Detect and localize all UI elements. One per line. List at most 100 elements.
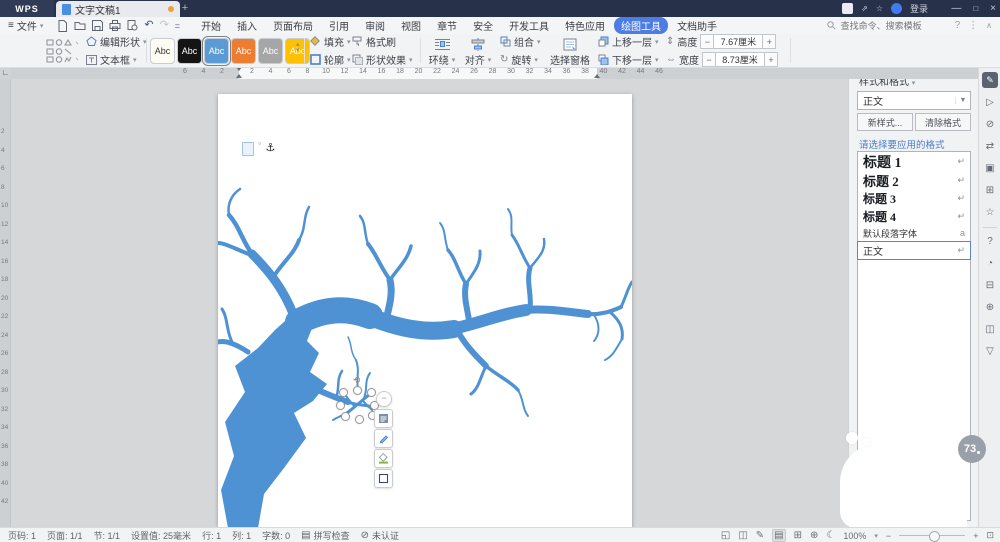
selection-handle-sw[interactable] <box>341 412 350 421</box>
zoom-slider-knob[interactable] <box>929 531 941 542</box>
star-icon[interactable]: ☆ <box>876 4 883 13</box>
tab-drawing-tools[interactable]: 绘图工具 <box>614 17 669 34</box>
edit-shape-button[interactable]: 编辑形状 ▾ <box>86 34 147 49</box>
shape-style-gray[interactable]: Abc <box>258 38 283 64</box>
wrap-button[interactable]: 环绕 ▾ <box>426 36 458 69</box>
outline-quick-button[interactable] <box>374 429 393 448</box>
adjust-sliders-icon[interactable]: ⇄ <box>982 138 998 154</box>
shape-circle-icon[interactable]: ⊘ <box>982 116 998 132</box>
layers-icon[interactable]: ⊞ <box>982 182 998 198</box>
user-avatar[interactable] <box>890 3 902 14</box>
undo-icon[interactable]: ↶ <box>144 20 153 31</box>
zoom-slider[interactable] <box>899 531 966 542</box>
zoom-value[interactable]: 100% <box>843 531 866 541</box>
height-value[interactable]: 7.67厘米 <box>714 34 763 49</box>
tab-security[interactable]: 安全 <box>466 17 500 34</box>
table-icon[interactable]: ⊟ <box>982 277 998 293</box>
height-plus-button[interactable]: + <box>762 34 777 49</box>
shape-quick-button[interactable] <box>374 469 393 488</box>
more-commands-icon[interactable]: = <box>175 21 180 31</box>
search-input[interactable] <box>838 19 947 32</box>
print-layout-icon[interactable]: ▤ <box>772 529 786 542</box>
zoom-out-button[interactable]: − <box>886 531 891 541</box>
left-indent-marker[interactable] <box>236 74 242 78</box>
shape-style-white[interactable]: Abc <box>150 38 175 64</box>
web-layout-icon[interactable]: ⊞ <box>794 530 802 541</box>
current-style-select[interactable]: 正文 ▼ <box>857 91 971 110</box>
height-minus-button[interactable]: − <box>700 34 715 49</box>
styles-brush-icon[interactable]: ✎ <box>982 72 998 88</box>
tab-review[interactable]: 审阅 <box>358 17 392 34</box>
fill-quick-button[interactable] <box>374 449 393 468</box>
collapse-ribbon-icon[interactable]: ∧ <box>986 21 992 30</box>
style-heading-2[interactable]: 标题 2 ↵ <box>858 171 970 189</box>
fullscreen-icon[interactable]: ◱ <box>721 530 730 541</box>
gallery-expand-button[interactable]: ▴ ▾ <box>296 41 300 54</box>
style-body-text-selected[interactable]: 正文 ↵ <box>857 241 971 260</box>
rotate-button[interactable]: ↻ 旋转 ▾ <box>500 52 541 67</box>
help-icon[interactable]: ? <box>982 233 998 249</box>
assistant-badge[interactable]: 73 <box>958 435 986 463</box>
shape-effects-button[interactable]: 形状效果 ▾ <box>352 52 413 67</box>
file-menu[interactable]: ≡ 文件 ▾ <box>0 18 51 33</box>
more-menu-icon[interactable]: ⋮ <box>968 20 978 31</box>
selection-handle-s[interactable] <box>355 415 364 424</box>
user-label[interactable]: 登录 <box>910 2 928 15</box>
share-icon[interactable]: ⊕ <box>982 299 998 315</box>
tab-references[interactable]: 引用 <box>322 17 356 34</box>
select-icon[interactable]: ▷ <box>982 94 998 110</box>
style-heading-1[interactable]: 标题 1 ↵ <box>858 152 970 171</box>
ink-icon[interactable]: ✎ <box>756 530 764 541</box>
align-button[interactable]: 对齐 ▾ <box>462 36 494 69</box>
format-painter-button[interactable]: 格式刷 <box>352 34 413 49</box>
preview-icon[interactable] <box>127 20 138 31</box>
tab-dev-tools[interactable]: 开发工具 <box>502 17 556 34</box>
width-plus-button[interactable]: + <box>764 52 778 67</box>
lock-icon[interactable]: ▣ <box>982 160 998 176</box>
spell-check-button[interactable]: ▤ 拼写检查 <box>301 529 349 542</box>
fit-page-icon[interactable]: ⊡ <box>986 530 994 541</box>
text-box-button[interactable]: 文本框 ▾ <box>86 52 147 67</box>
tab-special-features[interactable]: 特色应用 <box>558 17 612 34</box>
shape-style-blue-selected[interactable]: Abc <box>202 36 231 66</box>
new-style-button[interactable]: 新样式... <box>857 113 913 131</box>
status-word-count[interactable]: 字数: 0 <box>262 529 290 542</box>
share-icon[interactable]: ⇗ <box>861 4 868 13</box>
history-icon[interactable]: ◔ <box>982 255 998 271</box>
selection-handle-n[interactable] <box>353 386 362 395</box>
maximize-button[interactable]: □ <box>973 4 978 13</box>
group-button[interactable]: 组合 ▾ <box>500 34 541 49</box>
help-icon[interactable]: ? <box>955 20 961 31</box>
selection-handle-ne[interactable] <box>367 388 376 397</box>
collapse-toolbar-button[interactable]: − <box>376 391 392 407</box>
send-backward-button[interactable]: 下移一层 ▾ <box>598 52 659 67</box>
new-doc-icon[interactable] <box>57 19 68 32</box>
two-page-icon[interactable]: ◫ <box>738 530 747 541</box>
layout-options-button[interactable] <box>374 409 393 428</box>
right-indent-marker[interactable] <box>594 74 600 78</box>
width-value[interactable]: 8.73厘米 <box>716 52 764 67</box>
width-minus-button[interactable]: − <box>702 52 716 67</box>
image-icon[interactable]: ◫ <box>982 321 998 337</box>
tab-home[interactable]: 开始 <box>194 17 228 34</box>
tab-section[interactable]: 章节 <box>430 17 464 34</box>
insert-shapes-gallery[interactable] <box>46 39 80 63</box>
print-icon[interactable] <box>109 20 121 31</box>
shape-style-orange[interactable]: Abc <box>231 38 256 64</box>
star-icon[interactable]: ☆ <box>982 204 998 220</box>
tab-doc-assistant[interactable]: 文档助手 <box>670 17 724 34</box>
minimize-button[interactable]: — <box>951 3 961 14</box>
close-button[interactable]: × <box>990 3 996 14</box>
style-heading-3[interactable]: 标题 3 ↵ <box>858 189 970 207</box>
fill-button[interactable]: 填充 ▾ <box>310 34 351 49</box>
open-icon[interactable] <box>74 20 86 31</box>
new-tab-button[interactable]: + <box>178 2 192 15</box>
outline-button[interactable]: 轮廓 ▾ <box>310 52 351 67</box>
style-heading-4[interactable]: 标题 4 ↵ <box>858 207 970 225</box>
tab-view[interactable]: 视图 <box>394 17 428 34</box>
redo-icon[interactable]: ↷ <box>160 20 169 31</box>
tree-shape[interactable] <box>218 94 632 528</box>
shape-style-black[interactable]: Abc <box>177 38 202 64</box>
tab-insert[interactable]: 插入 <box>230 17 264 34</box>
more-down-icon[interactable]: ▽ <box>982 343 998 359</box>
